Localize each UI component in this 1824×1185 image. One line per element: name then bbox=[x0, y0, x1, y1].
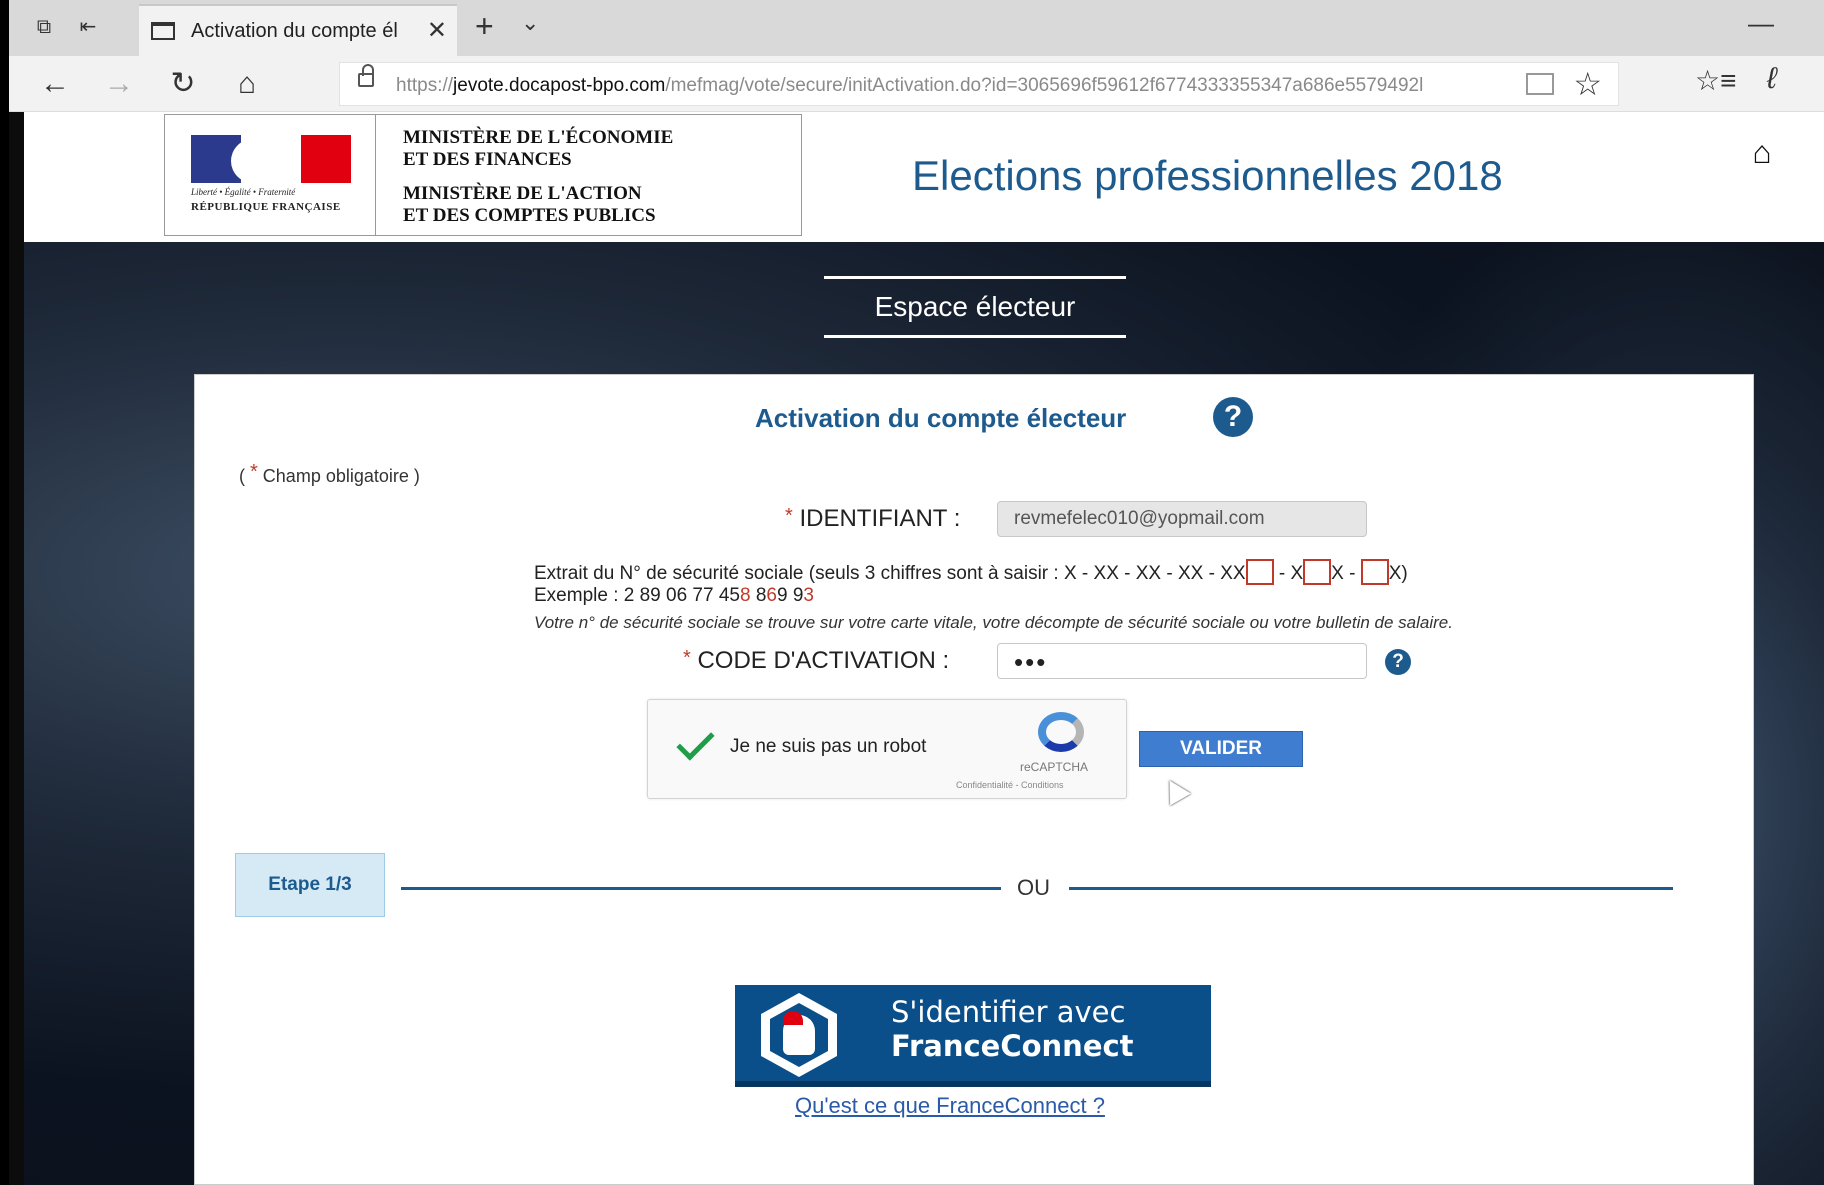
ss-sep-2: X - bbox=[1331, 563, 1361, 584]
forward-arrow-icon[interactable]: → bbox=[99, 64, 139, 104]
digit-box-2 bbox=[1303, 559, 1332, 585]
page-icon bbox=[151, 22, 175, 40]
browser-tab-bar: ⧉ ⇤ Activation du compte él ✕ + ⌄ — bbox=[9, 0, 1824, 56]
ss-sep-1: - X bbox=[1273, 563, 1304, 584]
logo-divider bbox=[375, 115, 376, 235]
chevron-down-icon[interactable]: ⌄ bbox=[521, 10, 539, 36]
franceconnect-button[interactable]: S'identifier avec FranceConnect bbox=[735, 985, 1211, 1087]
social-security-example: Exemple : 2 89 06 77 458 869 93 bbox=[534, 585, 814, 607]
required-star: * bbox=[683, 647, 691, 669]
franceconnect-label: S'identifier avec FranceConnect bbox=[891, 995, 1134, 1063]
mandatory-text: Champ obligatoire ) bbox=[257, 466, 420, 486]
franceconnect-label-line2: FranceConnect bbox=[891, 1029, 1134, 1063]
checkmark-icon[interactable] bbox=[672, 722, 716, 766]
example-prefix: Exemple : 2 89 06 77 45 bbox=[534, 585, 740, 606]
address-bar[interactable]: https://jevote.docapost-bpo.com/mefmag/v… bbox=[339, 62, 1619, 106]
recaptcha-label: Je ne suis pas un robot bbox=[730, 736, 927, 757]
browser-nav-bar: ← → ↻ ⌂ https://jevote.docapost-bpo.com/… bbox=[9, 56, 1824, 112]
reading-view-icon[interactable] bbox=[1526, 73, 1554, 95]
example-digit-2: 6 bbox=[766, 585, 777, 606]
digit-box-3 bbox=[1360, 559, 1389, 585]
identifiant-field[interactable]: revmefelec010@yopmail.com bbox=[997, 501, 1367, 537]
back-arrow-icon[interactable]: ← bbox=[35, 64, 75, 104]
recaptcha-logo-icon bbox=[1038, 712, 1084, 752]
social-security-note: Votre n° de sécurité sociale se trouve s… bbox=[534, 613, 1453, 632]
espace-electeur-heading: Espace électeur bbox=[824, 276, 1126, 338]
ministry-logo-block: Liberté • Égalité • Fraternité RÉPUBLIQU… bbox=[164, 114, 802, 236]
site-title: Elections professionnelles 2018 bbox=[912, 152, 1503, 199]
espace-label: Espace électeur bbox=[874, 291, 1076, 322]
home-icon[interactable]: ⌂ bbox=[227, 64, 267, 104]
example-digit-1: 8 bbox=[739, 585, 751, 606]
logo-motto: Liberté • Égalité • Fraternité bbox=[191, 187, 296, 197]
minimize-icon[interactable]: — bbox=[1748, 8, 1774, 39]
or-separator: OU bbox=[1017, 875, 1050, 900]
form-title: Activation du compte électeur bbox=[755, 403, 1127, 433]
marianne-logo bbox=[191, 135, 351, 183]
ss-suffix: X) bbox=[1388, 563, 1408, 584]
mouse-cursor-icon bbox=[1159, 774, 1191, 806]
favorites-list-icon[interactable]: ☆≡ bbox=[1695, 64, 1736, 97]
required-star: * bbox=[250, 461, 258, 483]
identifiant-label-text: IDENTIFIANT : bbox=[792, 505, 961, 532]
activation-code-label: * CODE D'ACTIVATION : bbox=[683, 647, 949, 675]
set-aside-tabs-icon[interactable]: ⇤ bbox=[75, 14, 101, 40]
recaptcha-links[interactable]: Confidentialité - Conditions bbox=[956, 780, 1064, 790]
site-header: Liberté • Égalité • Fraternité RÉPUBLIQU… bbox=[24, 112, 1824, 242]
screen-left-border bbox=[0, 0, 9, 1185]
activation-code-label-text: CODE D'ACTIVATION : bbox=[690, 647, 950, 674]
ministry-line-2: ET DES FINANCES bbox=[403, 149, 572, 170]
activation-code-field[interactable]: ••• bbox=[997, 643, 1367, 679]
required-star: * bbox=[785, 505, 793, 527]
lock-icon bbox=[358, 64, 374, 87]
digit-box-1 bbox=[1245, 559, 1274, 585]
example-digit-3: 3 bbox=[803, 585, 814, 606]
url-host: jevote.docapost-bpo.com bbox=[453, 75, 666, 96]
divider-line-right bbox=[1069, 887, 1673, 890]
divider-line-left bbox=[401, 887, 1001, 890]
ministry-line-1: MINISTÈRE DE L'ÉCONOMIE bbox=[403, 127, 674, 148]
example-mid-1: 8 bbox=[750, 585, 767, 606]
code-help-icon[interactable]: ? bbox=[1385, 649, 1411, 675]
recaptcha-widget[interactable]: Je ne suis pas un robot reCAPTCHA Confid… bbox=[647, 699, 1127, 799]
franceconnect-label-line1: S'identifier avec bbox=[891, 995, 1126, 1029]
ss-prefix: Extrait du N° de sécurité sociale (seuls… bbox=[534, 563, 1246, 584]
example-mid-2: 9 9 bbox=[777, 585, 804, 606]
url-scheme: https:// bbox=[396, 75, 454, 96]
help-icon[interactable]: ? bbox=[1213, 397, 1253, 437]
mandatory-open: ( bbox=[239, 466, 250, 486]
tab-title: Activation du compte él bbox=[191, 20, 398, 42]
refresh-icon[interactable]: ↻ bbox=[163, 64, 203, 104]
logo-republique: RÉPUBLIQUE FRANÇAISE bbox=[191, 201, 341, 213]
identifiant-label: * IDENTIFIANT : bbox=[785, 505, 960, 533]
web-note-pen-icon[interactable]: ℓ bbox=[1767, 62, 1777, 96]
recaptcha-brand: reCAPTCHA bbox=[1020, 760, 1089, 774]
franceconnect-info-link[interactable]: Qu'est ce que FranceConnect ? bbox=[795, 1093, 1105, 1119]
url-text[interactable]: https://jevote.docapost-bpo.com/mefmag/v… bbox=[396, 75, 1506, 97]
favorite-star-icon[interactable]: ☆ bbox=[1573, 65, 1602, 103]
valider-button[interactable]: VALIDER bbox=[1139, 731, 1303, 767]
mandatory-note: ( * Champ obligatoire ) bbox=[239, 461, 420, 487]
site-home-icon[interactable]: ⌂ bbox=[1742, 134, 1782, 174]
browser-tab-active[interactable]: Activation du compte él ✕ bbox=[139, 4, 457, 56]
close-tab-icon[interactable]: ✕ bbox=[427, 16, 447, 45]
new-tab-icon[interactable]: + bbox=[475, 8, 494, 45]
tab-preview-icon[interactable]: ⧉ bbox=[31, 14, 57, 40]
url-path: /mefmag/vote/secure/initActivation.do?id… bbox=[665, 75, 1424, 96]
ministry-line-3: MINISTÈRE DE L'ACTION bbox=[403, 183, 642, 204]
social-security-instructions: Extrait du N° de sécurité sociale (seuls… bbox=[534, 559, 1408, 585]
ministry-line-4: ET DES COMPTES PUBLICS bbox=[403, 205, 656, 226]
franceconnect-logo-icon bbox=[761, 993, 837, 1077]
step-indicator: Etape 1/3 bbox=[235, 853, 385, 917]
activation-panel: Activation du compte électeur ? ( * Cham… bbox=[194, 374, 1754, 1185]
